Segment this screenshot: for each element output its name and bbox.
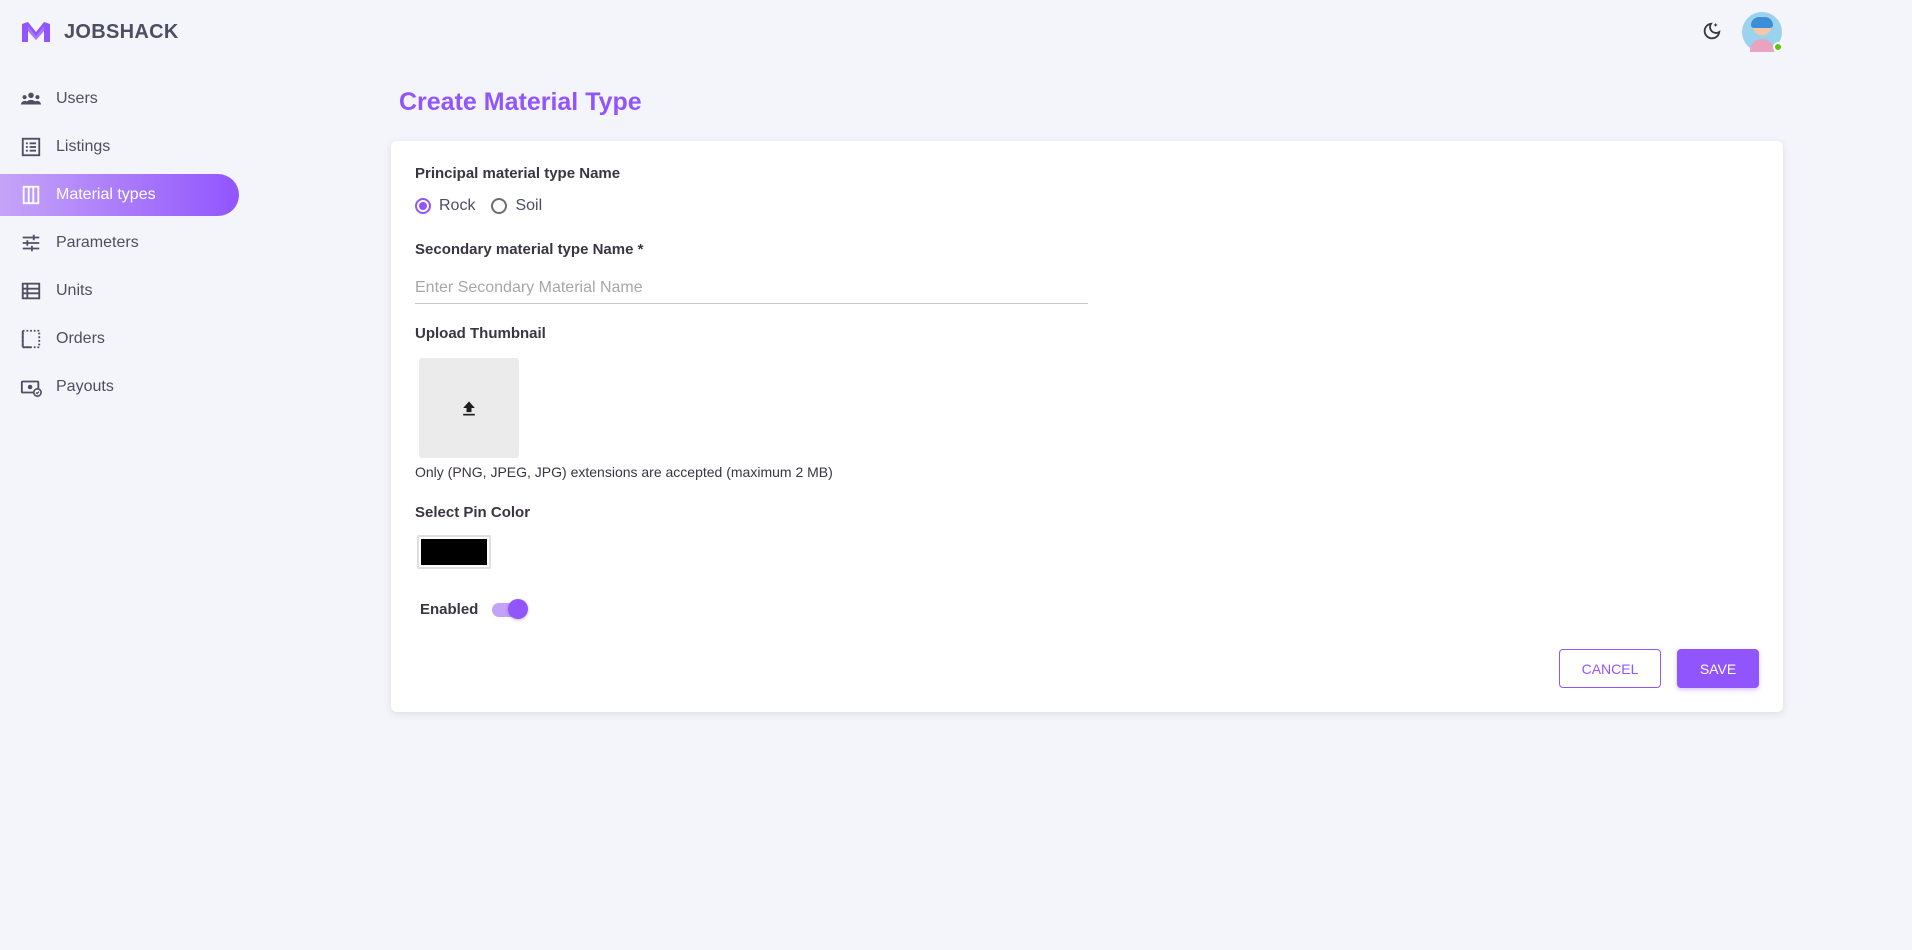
avatar-hair xyxy=(1751,17,1773,28)
sidebar-item-label: Orders xyxy=(56,330,105,347)
list-icon xyxy=(21,137,41,157)
moon-icon[interactable] xyxy=(1700,21,1722,43)
pin-color-picker[interactable] xyxy=(417,535,491,569)
sidebar-item-label: Payouts xyxy=(56,378,114,395)
sidebar-item-label: Units xyxy=(56,282,93,299)
sidebar: Users Listings Material types Parameters… xyxy=(0,78,240,414)
sidebar-item-orders[interactable]: Orders xyxy=(0,318,240,360)
radio-rock[interactable] xyxy=(415,198,431,214)
sliders-icon xyxy=(22,234,40,252)
pin-color-fill xyxy=(421,539,487,565)
create-material-form: Principal material type Name Rock Soil S… xyxy=(391,141,1783,712)
sidebar-item-material-types[interactable]: Material types xyxy=(0,174,239,216)
avatar[interactable] xyxy=(1742,12,1783,52)
radio-soil[interactable] xyxy=(491,198,508,214)
sidebar-item-label: Parameters xyxy=(56,234,139,251)
radio-soil-label: Soil xyxy=(515,197,543,214)
sidebar-item-users[interactable]: Users xyxy=(0,78,240,120)
upload-thumbnail-button[interactable] xyxy=(419,358,519,458)
pin-color-label: Select Pin Color xyxy=(415,504,531,521)
enabled-row: Enabled xyxy=(420,598,529,620)
sidebar-item-units[interactable]: Units xyxy=(0,270,240,312)
header-actions xyxy=(1700,12,1783,52)
upload-hint: Only (PNG, JPEG, JPG) extensions are acc… xyxy=(415,464,833,480)
principal-type-label: Principal material type Name xyxy=(415,165,621,182)
dotted-square-icon xyxy=(21,329,41,349)
users-icon xyxy=(20,92,42,105)
sidebar-item-payouts[interactable]: Payouts xyxy=(0,366,240,408)
sidebar-item-listings[interactable]: Listings xyxy=(0,126,240,168)
app-name: JOBSHACK xyxy=(64,20,179,43)
page-title: Create Material Type xyxy=(399,88,642,116)
app-logo[interactable]: JOBSHACK xyxy=(20,20,179,44)
sidebar-item-parameters[interactable]: Parameters xyxy=(0,222,240,264)
avatar-body xyxy=(1750,39,1774,52)
upload-thumbnail-label: Upload Thumbnail xyxy=(415,325,546,342)
sidebar-item-label: Users xyxy=(56,90,98,107)
toggle-thumb xyxy=(508,599,529,619)
payout-icon xyxy=(20,380,42,397)
logo-icon xyxy=(22,22,50,42)
sidebar-item-label: Listings xyxy=(56,138,111,155)
enabled-toggle[interactable] xyxy=(490,598,529,620)
table-list-icon xyxy=(21,282,41,300)
cancel-button[interactable]: CANCEL xyxy=(1559,649,1661,688)
radio-option-soil[interactable]: Soil xyxy=(491,197,542,215)
radio-option-rock[interactable]: Rock xyxy=(415,197,475,215)
upload-icon xyxy=(463,401,475,416)
online-status-dot xyxy=(1773,42,1783,52)
secondary-type-label: Secondary material type Name * xyxy=(415,241,644,258)
save-button[interactable]: SAVE xyxy=(1677,649,1759,688)
radio-rock-label: Rock xyxy=(439,197,476,214)
secondary-type-input[interactable] xyxy=(415,272,1088,304)
enabled-label: Enabled xyxy=(420,600,479,618)
sidebar-item-label: Material types xyxy=(56,186,156,203)
principal-type-radio-group: Rock Soil xyxy=(415,197,550,215)
columns-icon xyxy=(22,185,40,205)
